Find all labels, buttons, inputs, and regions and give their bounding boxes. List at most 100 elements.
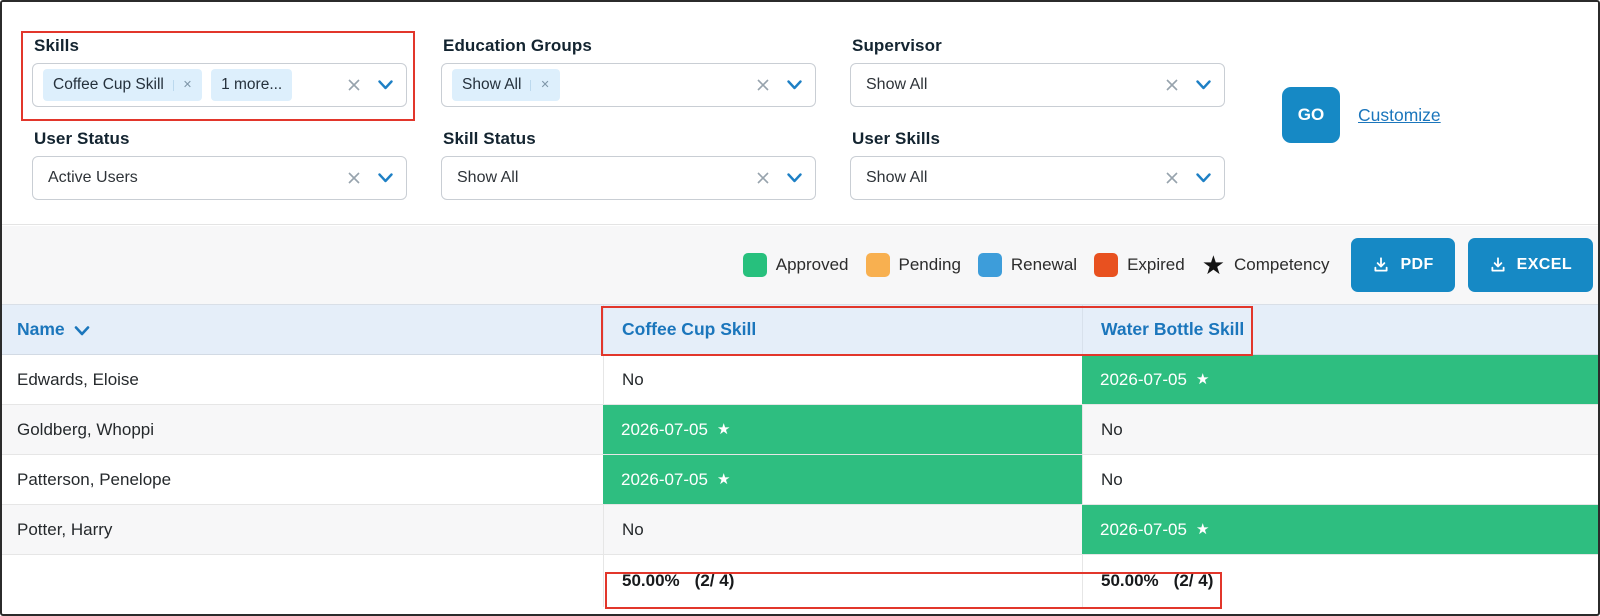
legend-item-expired: Expired	[1094, 253, 1185, 277]
table-row: Patterson, Penelope 2026-07-05 ★ No	[2, 455, 1598, 505]
footer-empty-cell	[2, 555, 603, 607]
legend-item-competency: ★ Competency	[1201, 250, 1330, 280]
legend-label: Expired	[1127, 255, 1185, 274]
clear-icon[interactable]	[756, 171, 770, 185]
skills-chips: Coffee Cup Skill ✕ 1 more...	[43, 69, 347, 101]
supervisor-label: Supervisor	[852, 36, 942, 55]
sort-chevron-down-icon	[74, 325, 89, 335]
water-total-percent: 50.00%	[1101, 571, 1159, 590]
filter-panel: Skills Coffee Cup Skill ✕ 1 more... Educ…	[2, 2, 1598, 225]
competency-star-icon: ★	[1195, 371, 1210, 388]
clear-icon[interactable]	[1165, 171, 1179, 185]
water-skill-cell: No	[1082, 455, 1598, 504]
skills-report-page: Skills Coffee Cup Skill ✕ 1 more... Educ…	[0, 0, 1600, 616]
chip-remove-icon[interactable]: ✕	[172, 79, 192, 91]
chevron-down-icon[interactable]	[378, 173, 393, 183]
table-footer-row: 50.00% (2/ 4) 50.00% (2/ 4)	[2, 555, 1598, 607]
education-groups-label: Education Groups	[443, 36, 592, 55]
legend-item-renewal: Renewal	[977, 253, 1078, 277]
skill-date: 2026-07-05	[1100, 369, 1187, 389]
skill-status-label: Skill Status	[443, 129, 536, 148]
legend-item-approved: Approved	[742, 253, 849, 277]
chevron-down-icon[interactable]	[787, 173, 802, 183]
download-icon	[1491, 257, 1505, 272]
table-row: Edwards, Eloise No 2026-07-05 ★	[2, 355, 1598, 405]
water-header-label: Water Bottle Skill	[1101, 319, 1245, 339]
chevron-down-icon[interactable]	[1196, 80, 1211, 90]
skill-date: 2026-07-05	[621, 419, 708, 439]
customize-link[interactable]: Customize	[1358, 105, 1441, 126]
legend-export-band: Approved Pending Renewal Expired ★ Compe…	[2, 226, 1598, 304]
name-header-label: Name	[17, 319, 65, 339]
user-status-value: Active Users	[48, 169, 138, 186]
legend-label: Approved	[775, 255, 849, 274]
legend-label: Pending	[898, 255, 961, 274]
filter-group-skills: Skills Coffee Cup Skill ✕ 1 more...	[32, 36, 407, 107]
excel-export-button[interactable]: EXCEL	[1467, 238, 1593, 292]
filter-group-skill-status: Skill Status Show All	[441, 129, 816, 200]
excel-button-label: EXCEL	[1516, 256, 1572, 273]
competency-star-icon: ★	[1195, 521, 1210, 538]
go-button[interactable]: GO	[1282, 87, 1340, 143]
name-cell: Edwards, Eloise	[17, 369, 139, 389]
skills-select[interactable]: Coffee Cup Skill ✕ 1 more...	[32, 63, 407, 107]
competency-star-icon: ★	[1201, 250, 1226, 280]
skill-status-value: Show All	[457, 169, 519, 186]
table-row: Goldberg, Whoppi 2026-07-05 ★ No	[2, 405, 1598, 455]
competency-star-icon: ★	[716, 471, 731, 488]
chip-label: Show All	[462, 76, 522, 93]
coffee-skill-cell: No	[603, 355, 1082, 404]
legend-label: Renewal	[1010, 255, 1078, 274]
water-total-fraction: (2/ 4)	[1173, 571, 1214, 590]
water-total-cell: 50.00% (2/ 4)	[1082, 555, 1598, 607]
user-status-select[interactable]: Active Users	[32, 156, 407, 200]
skill-date: 2026-07-05	[1100, 519, 1187, 539]
user-status-label: User Status	[34, 129, 130, 148]
education-groups-chips: Show All ✕	[452, 69, 756, 101]
legend-item-pending: Pending	[865, 253, 961, 277]
chip-1-more[interactable]: 1 more...	[211, 69, 293, 101]
chip-show-all[interactable]: Show All ✕	[452, 69, 560, 101]
filter-group-user-status: User Status Active Users	[32, 129, 407, 200]
coffee-total-cell: 50.00% (2/ 4)	[603, 555, 1082, 607]
chip-remove-icon[interactable]: ✕	[530, 79, 550, 91]
coffee-header-label: Coffee Cup Skill	[622, 319, 757, 339]
download-icon	[1374, 257, 1388, 272]
water-skill-cell-approved: 2026-07-05 ★	[1082, 355, 1598, 404]
chevron-down-icon[interactable]	[378, 80, 393, 90]
name-cell: Patterson, Penelope	[17, 469, 172, 489]
status-legend: Approved Pending Renewal Expired ★ Compe…	[742, 250, 1330, 280]
coffee-skill-cell-approved: 2026-07-05 ★	[603, 405, 1082, 454]
water-skill-cell-approved: 2026-07-05 ★	[1082, 505, 1598, 554]
chip-coffee-cup-skill[interactable]: Coffee Cup Skill ✕	[43, 69, 203, 101]
chip-label: 1 more...	[221, 76, 283, 93]
filter-group-supervisor: Supervisor Show All	[850, 36, 1225, 107]
clear-icon[interactable]	[347, 171, 361, 185]
pdf-export-button[interactable]: PDF	[1351, 238, 1455, 292]
clear-icon[interactable]	[347, 78, 361, 92]
name-column-header: Name	[2, 305, 603, 354]
skill-status-select[interactable]: Show All	[441, 156, 816, 200]
coffee-total-percent: 50.00%	[622, 571, 680, 590]
name-cell: Goldberg, Whoppi	[17, 419, 155, 439]
pdf-button-label: PDF	[1400, 256, 1434, 273]
renewal-swatch-icon	[977, 253, 1002, 277]
table-row: Potter, Harry No 2026-07-05 ★	[2, 505, 1598, 555]
user-skills-select[interactable]: Show All	[850, 156, 1225, 200]
coffee-skill-cell-approved: 2026-07-05 ★	[603, 455, 1082, 504]
supervisor-value: Show All	[866, 76, 928, 93]
chevron-down-icon[interactable]	[787, 80, 802, 90]
coffee-total-fraction: (2/ 4)	[694, 571, 735, 590]
name-sort-control[interactable]: Name	[17, 319, 90, 340]
supervisor-select[interactable]: Show All	[850, 63, 1225, 107]
education-groups-select[interactable]: Show All ✕	[441, 63, 816, 107]
water-bottle-skill-column-header: Water Bottle Skill	[1082, 305, 1598, 354]
pending-swatch-icon	[865, 253, 890, 277]
filter-group-education-groups: Education Groups Show All ✕	[441, 36, 816, 107]
skills-label: Skills	[34, 36, 80, 55]
clear-icon[interactable]	[756, 78, 770, 92]
user-skills-label: User Skills	[852, 129, 941, 148]
chevron-down-icon[interactable]	[1196, 173, 1211, 183]
coffee-cup-skill-column-header: Coffee Cup Skill	[603, 305, 1082, 354]
clear-icon[interactable]	[1165, 78, 1179, 92]
